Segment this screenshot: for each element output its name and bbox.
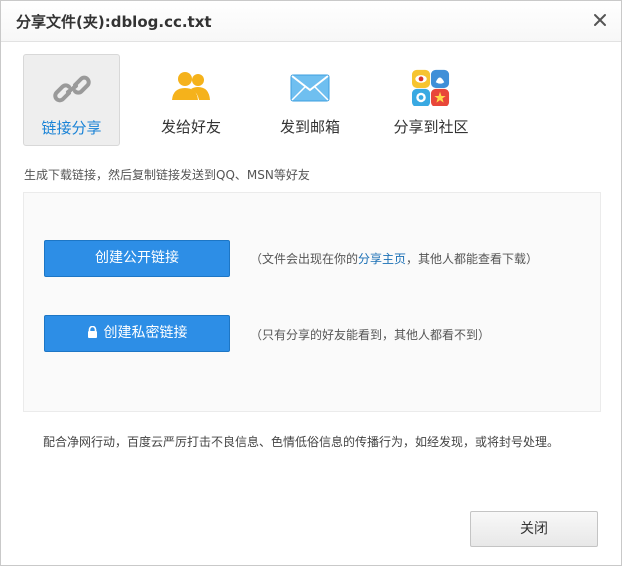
share-homepage-link[interactable]: 分享主页	[358, 252, 406, 266]
tab-send-email[interactable]: 发到邮箱	[267, 54, 353, 146]
tab-link-share[interactable]: 链接分享	[23, 54, 120, 146]
title-bar: 分享文件(夹):dblog.cc.txt	[1, 1, 621, 42]
tab-label: 链接分享	[41, 119, 102, 137]
description-prefix: （文件会出现在你的	[250, 252, 359, 266]
link-options-panel: 创建公开链接 （文件会出现在你的分享主页，其他人都能查看下载） 创建私密链接 （…	[23, 192, 601, 412]
tab-send-friends[interactable]: 发给好友	[148, 54, 234, 146]
create-public-link-button[interactable]: 创建公开链接	[44, 240, 230, 277]
private-link-description: （只有分享的好友能看到，其他人都看不到）	[250, 328, 491, 342]
close-x-icon[interactable]	[592, 12, 608, 28]
tab-label: 分享到社区	[393, 118, 469, 136]
tab-label: 发到邮箱	[279, 118, 340, 136]
button-label: 创建公开链接	[95, 250, 179, 266]
public-link-description: （文件会出现在你的分享主页，其他人都能查看下载）	[250, 250, 538, 267]
share-tabs: 链接分享 发给好友 发到邮箱 分享到社区	[23, 54, 493, 146]
share-dialog: 分享文件(夹):dblog.cc.txt 链接分享 发给好友 发到邮箱 分享到社…	[0, 0, 622, 566]
link-icon	[52, 75, 91, 103]
dialog-title: 分享文件(夹):dblog.cc.txt	[16, 13, 212, 31]
tab-share-community[interactable]: 分享到社区	[386, 54, 476, 146]
community-apps-icon	[412, 69, 450, 106]
friends-icon	[172, 72, 210, 100]
mail-envelope-icon	[290, 74, 330, 102]
button-label: 创建私密链接	[103, 325, 188, 341]
close-button[interactable]: 关闭	[470, 511, 598, 547]
create-private-link-button[interactable]: 创建私密链接	[44, 315, 230, 352]
share-tip: 生成下载链接，然后复制链接发送到QQ、MSN等好友	[24, 168, 310, 182]
lock-icon	[87, 326, 97, 338]
description-suffix: ，其他人都能查看下载）	[406, 252, 539, 266]
tab-label: 发给好友	[160, 118, 221, 136]
policy-notice: 配合净网行动，百度云严厉打击不良信息、色情低俗信息的传播行为，如经发现，或将封号…	[43, 435, 560, 449]
